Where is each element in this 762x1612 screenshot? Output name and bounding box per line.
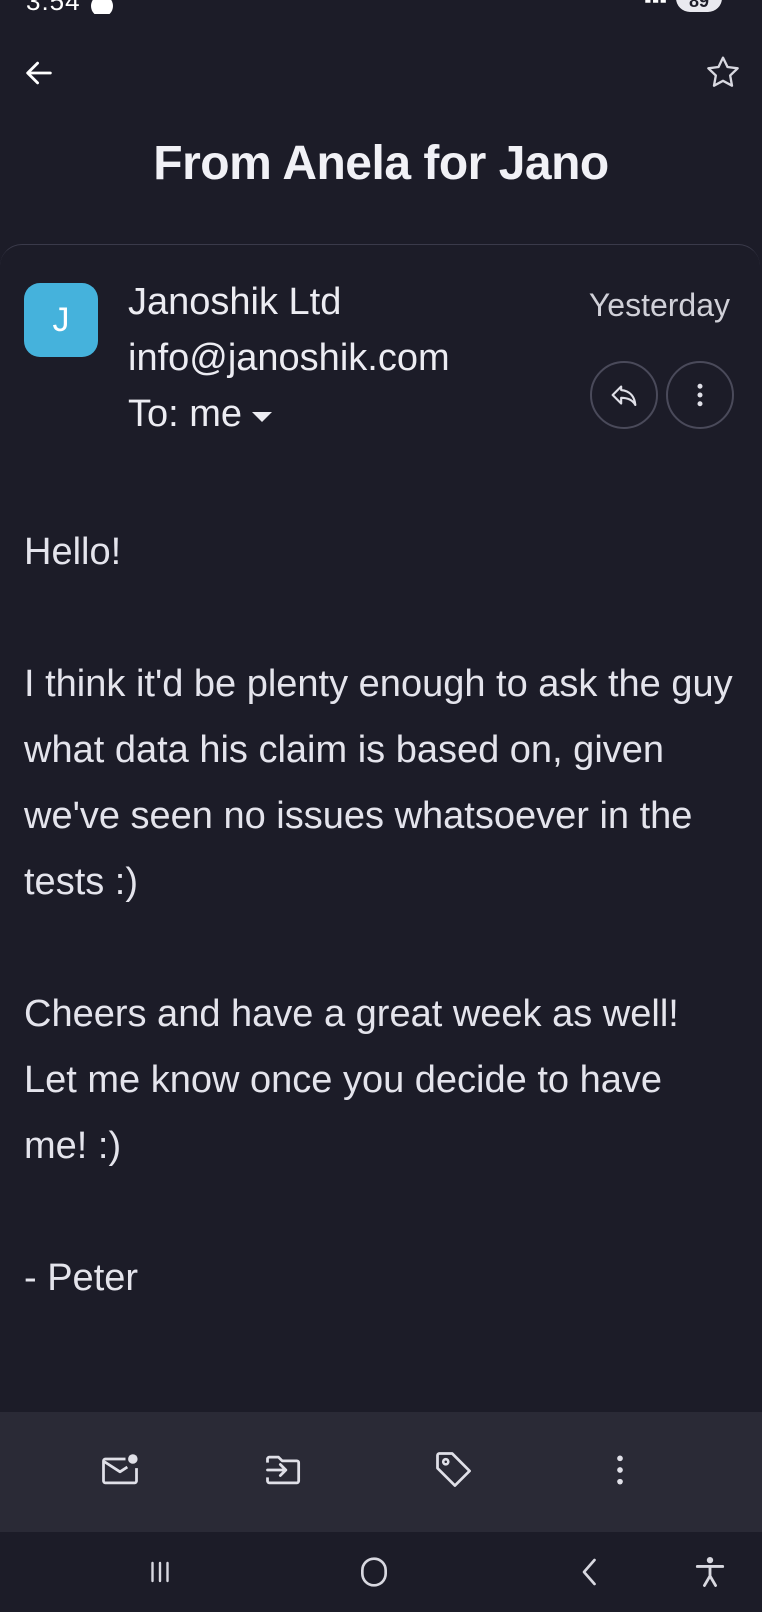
reply-button[interactable] (590, 361, 658, 429)
mark-unread-button[interactable] (90, 1440, 150, 1500)
email-screen: 3:54 ▮▮▮ 89 From Anela for Jano J Janosh… (0, 0, 762, 1612)
email-action-bar (0, 1412, 762, 1532)
recent-apps-button[interactable] (130, 1542, 190, 1602)
status-time: 3:54 (26, 0, 81, 14)
message-more-button[interactable] (666, 361, 734, 429)
back-button[interactable] (14, 48, 64, 98)
status-time-group: 3:54 (26, 0, 113, 14)
body-signature: - Peter (24, 1257, 139, 1299)
home-button[interactable] (344, 1542, 404, 1602)
star-button[interactable] (698, 48, 748, 98)
body-paragraph-2: Cheers and have a great week as well! Le… (24, 993, 679, 1167)
email-body: Hello! I think it'd be plenty enough to … (24, 519, 734, 1311)
status-right-group: ▮▮▮ 89 (644, 0, 722, 12)
notification-dot-icon (90, 0, 113, 14)
mail-unread-icon (102, 1454, 138, 1485)
body-paragraph-1: I think it'd be plenty enough to ask the… (24, 663, 733, 903)
signal-icon: ▮▮▮ (644, 0, 667, 8)
recipient-details-toggle[interactable]: To: me (128, 393, 273, 436)
status-bar: 3:54 ▮▮▮ 89 (0, 0, 762, 14)
more-vertical-icon (697, 383, 703, 407)
message-card: J Janoshik Ltd info@janoshik.com To: me … (0, 244, 760, 1425)
email-date: Yesterday (588, 287, 730, 323)
label-button[interactable] (424, 1440, 484, 1500)
body-greeting: Hello! (24, 531, 122, 573)
tag-icon (436, 1452, 471, 1487)
reply-icon (611, 385, 637, 406)
star-outline-icon (707, 56, 739, 87)
more-actions-button[interactable] (590, 1440, 650, 1500)
battery-level: 89 (688, 0, 710, 11)
avatar-initial: J (52, 300, 70, 339)
sender-avatar[interactable]: J (24, 283, 98, 357)
back-nav-button[interactable] (560, 1542, 620, 1602)
accessibility-icon (695, 1556, 725, 1587)
recent-apps-icon (151, 1561, 169, 1583)
sender-name: Janoshik Ltd (128, 281, 342, 323)
sender-email: info@janoshik.com (128, 337, 450, 379)
move-to-icon (266, 1455, 301, 1485)
accessibility-button[interactable] (680, 1542, 740, 1602)
chevron-left-icon (582, 1558, 596, 1586)
move-to-button[interactable] (254, 1440, 314, 1500)
caret-down-icon (252, 411, 273, 422)
system-nav-bar (0, 1532, 762, 1612)
battery-indicator: 89 (676, 0, 722, 12)
recipient-label: To: me (128, 393, 243, 435)
arrow-left-icon (26, 61, 52, 85)
home-circle-icon (361, 1557, 387, 1587)
email-subject: From Anela for Jano (153, 137, 609, 190)
more-vertical-icon (617, 1455, 623, 1485)
